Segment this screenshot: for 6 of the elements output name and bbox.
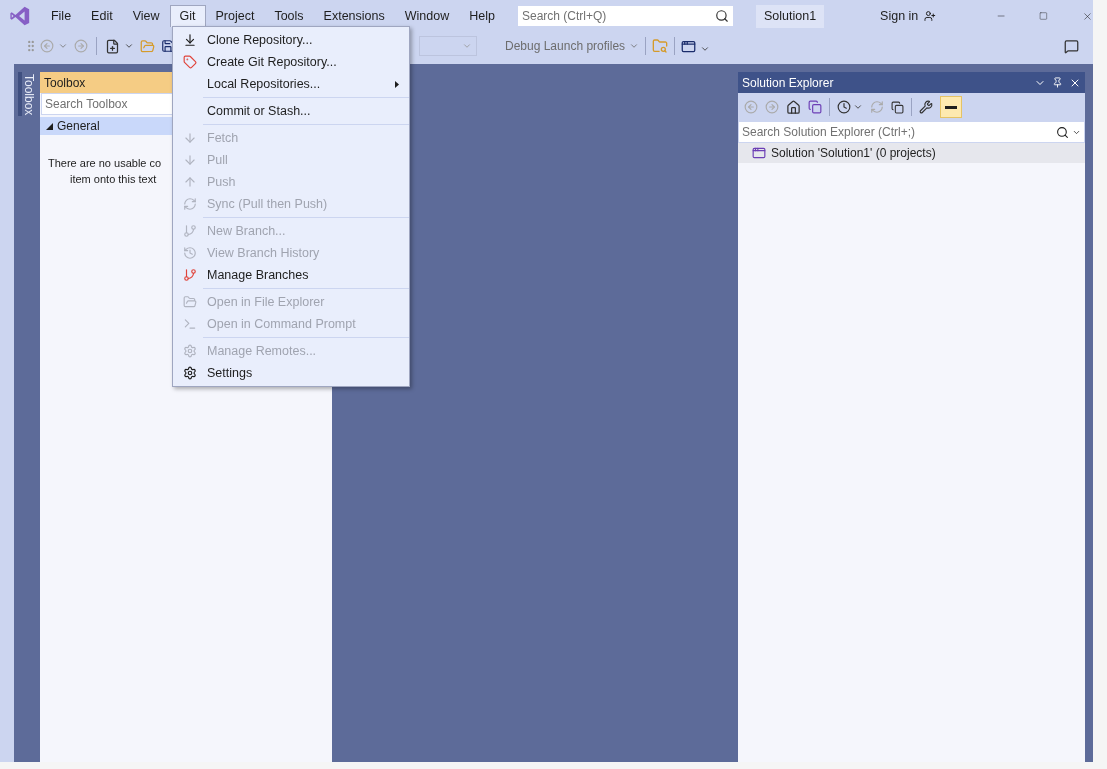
- tree-label: Solution 'Solution1' (0 projects): [771, 145, 936, 162]
- empty-message-line: There are no usable co: [48, 156, 162, 171]
- panel-title: Solution Explorer: [742, 74, 835, 92]
- solution-name-badge: Solution1: [755, 4, 825, 28]
- empty-message-line: item onto this text: [70, 172, 157, 187]
- group-label: General: [57, 118, 100, 135]
